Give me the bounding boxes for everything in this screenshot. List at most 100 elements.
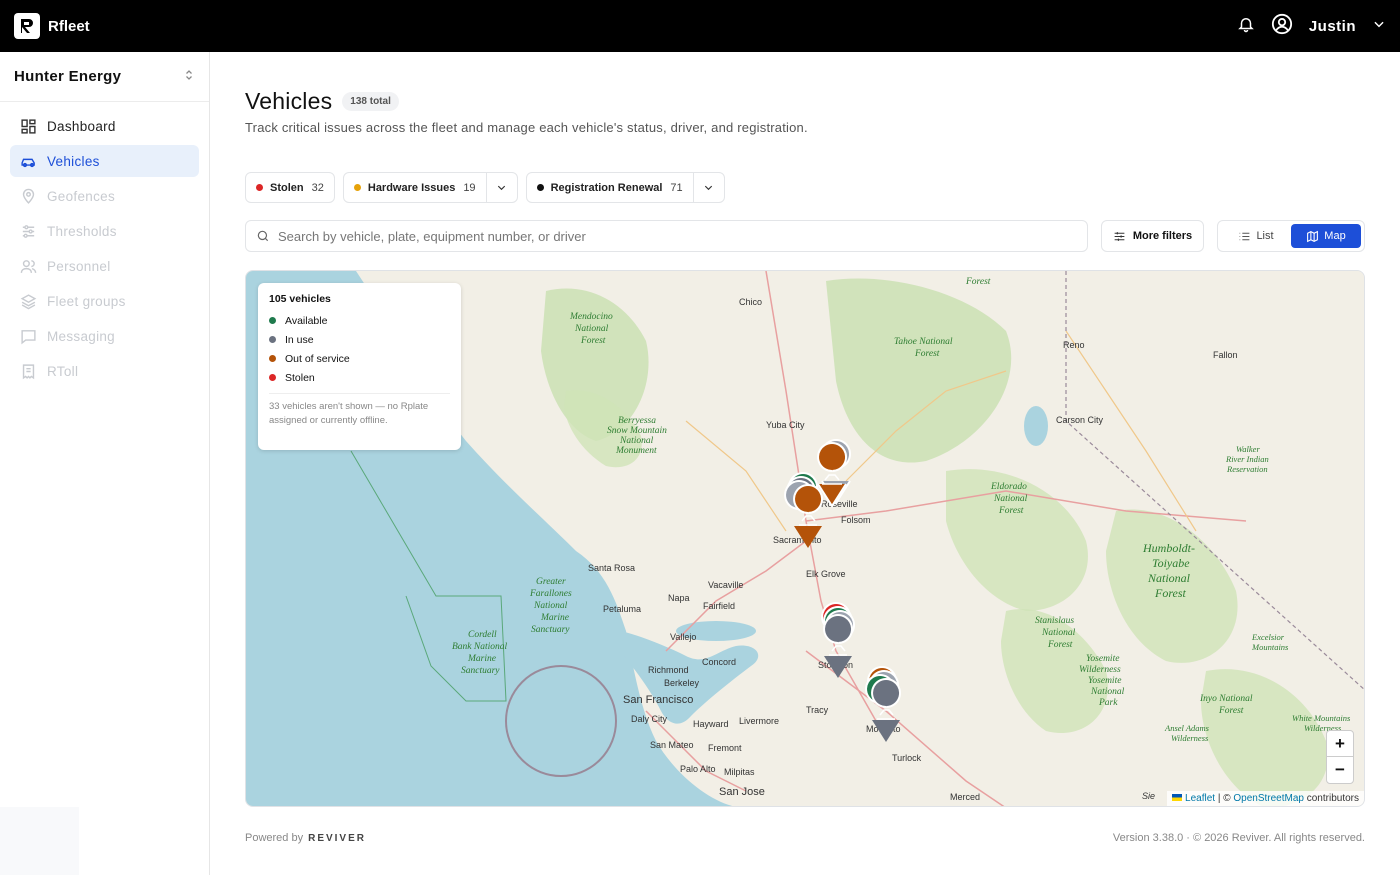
powered-by-label: Powered by [245, 832, 304, 844]
chip-count: 71 [670, 181, 683, 194]
svg-text:Wilderness: Wilderness [1079, 665, 1121, 675]
ukraine-flag-icon [1172, 794, 1183, 801]
user-avatar-icon[interactable] [1271, 13, 1293, 40]
chevron-down-icon[interactable] [692, 173, 724, 202]
svg-text:Inyo National: Inyo National [1199, 694, 1253, 704]
legend-label: Stolen [285, 371, 315, 384]
svg-text:Daly City: Daly City [631, 714, 668, 724]
attribution-separator: | © [1215, 793, 1234, 804]
svg-text:Folsom: Folsom [841, 515, 871, 525]
svg-text:Toiyabe: Toiyabe [1152, 556, 1190, 570]
legend-item-available: Available [269, 311, 450, 330]
list-icon [1240, 232, 1250, 240]
map-icon [1307, 230, 1319, 242]
svg-text:Turlock: Turlock [892, 753, 922, 763]
sidebar-item-rtoll[interactable]: RToll [10, 355, 199, 387]
version-text: Version 3.38.0 · © 2026 Reviver. All rig… [1112, 832, 1365, 844]
chip-label: Registration Renewal [550, 181, 663, 194]
in-use-dot-icon [269, 336, 276, 343]
legend-item-stolen: Stolen [269, 368, 450, 387]
search-input[interactable] [278, 228, 1058, 244]
main-content: Vehicles 138 total Track critical issues… [245, 52, 1365, 875]
bell-icon[interactable] [1237, 15, 1255, 38]
svg-text:Reservation: Reservation [1226, 464, 1268, 474]
svg-text:Berryessa: Berryessa [618, 416, 656, 426]
hardware-issues-chip[interactable]: Hardware Issues 19 [342, 172, 518, 203]
sidebar-item-vehicles[interactable]: Vehicles [10, 145, 199, 177]
search-field[interactable] [245, 220, 1088, 252]
sidebar-item-label: Vehicles [47, 153, 100, 169]
svg-text:Milpitas: Milpitas [724, 767, 755, 777]
svg-text:Mendocino: Mendocino [569, 312, 613, 322]
legend-note: 33 vehicles aren't shown — no Rplate ass… [269, 393, 450, 428]
svg-text:Merced: Merced [950, 792, 980, 802]
available-dot-icon [269, 317, 276, 324]
registration-renewal-chip[interactable]: Registration Renewal 71 [525, 172, 725, 203]
rfleet-logo-icon[interactable] [14, 13, 40, 39]
powered-by: Powered by REVIVER [245, 832, 366, 844]
svg-text:Sanctuary: Sanctuary [461, 666, 500, 676]
svg-text:Wilderness: Wilderness [1171, 733, 1209, 743]
more-filters-label: More filters [1132, 230, 1193, 242]
sidebar-item-label: Thresholds [47, 223, 117, 239]
osm-link[interactable]: OpenStreetMap [1233, 793, 1304, 804]
vehicle-map[interactable]: Chico Reno Fallon Yuba City Carson City … [245, 270, 1365, 807]
user-name[interactable]: Justin [1309, 18, 1356, 35]
pin-icon [22, 188, 35, 204]
chip-count: 19 [463, 181, 476, 194]
svg-text:Forest: Forest [998, 506, 1024, 516]
svg-text:National: National [533, 601, 568, 611]
sidebar-item-fleet-groups[interactable]: Fleet groups [10, 285, 199, 317]
org-switcher[interactable]: Hunter Energy [0, 52, 209, 102]
sidebar-item-geofences[interactable]: Geofences [10, 180, 199, 212]
sidebar-item-personnel[interactable]: Personnel [10, 250, 199, 282]
sidebar-item-label: Fleet groups [47, 293, 126, 309]
stolen-dot-icon [269, 374, 276, 381]
dashboard-icon [21, 118, 36, 134]
zoom-controls: + − [1326, 730, 1354, 784]
map-view-button[interactable]: Map [1291, 224, 1361, 248]
svg-text:Fremont: Fremont [708, 743, 742, 753]
page-footer: Powered by REVIVER Version 3.38.0 · © 202… [245, 832, 1365, 844]
sidebar-item-dashboard[interactable]: Dashboard [10, 110, 199, 142]
issue-filter-chips: Stolen 32 Hardware Issues 19 Registratio… [245, 172, 725, 203]
svg-text:Berkeley: Berkeley [664, 678, 700, 688]
svg-text:Hayward: Hayward [693, 719, 729, 729]
brand-name[interactable]: Rfleet [48, 18, 90, 35]
svg-text:Mountains: Mountains [1251, 642, 1289, 652]
leaflet-link[interactable]: Leaflet [1185, 793, 1215, 804]
svg-text:Sanctuary: Sanctuary [531, 625, 570, 635]
svg-text:Farallones: Farallones [529, 589, 572, 599]
layers-icon [20, 293, 37, 309]
list-label: List [1256, 230, 1274, 242]
legend-item-in-use: In use [269, 330, 450, 349]
more-filters-button[interactable]: More filters [1101, 220, 1204, 252]
svg-text:Sie: Sie [1142, 791, 1155, 801]
zoom-in-button[interactable]: + [1327, 731, 1353, 757]
svg-text:Marine: Marine [540, 613, 569, 623]
svg-text:Yosemite: Yosemite [1086, 654, 1119, 664]
sidebar-item-label: Dashboard [47, 118, 116, 134]
svg-text:National: National [1041, 628, 1076, 638]
svg-text:Excelsior: Excelsior [1251, 632, 1285, 642]
total-badge: 138 total [342, 92, 399, 111]
chevron-down-icon[interactable] [485, 173, 517, 202]
svg-text:Yosemite: Yosemite [1088, 676, 1121, 686]
legend-label: In use [285, 333, 314, 346]
users-icon [20, 259, 37, 273]
svg-text:Forest: Forest [965, 277, 991, 287]
list-view-button[interactable]: List [1221, 224, 1291, 248]
stolen-chip[interactable]: Stolen 32 [245, 172, 335, 203]
chevron-down-icon[interactable] [1372, 17, 1386, 36]
svg-text:Fairfield: Fairfield [703, 601, 735, 611]
svg-text:National: National [1090, 687, 1125, 697]
svg-text:National: National [993, 494, 1028, 504]
chevron-up-down-icon [183, 68, 195, 85]
zoom-out-button[interactable]: − [1327, 757, 1353, 783]
svg-text:River Indian: River Indian [1225, 454, 1269, 464]
legend-title: 105 vehicles [269, 293, 331, 305]
sidebar-item-thresholds[interactable]: Thresholds [10, 215, 199, 247]
sidebar-item-messaging[interactable]: Messaging [10, 320, 199, 352]
svg-text:Ansel Adams: Ansel Adams [1164, 723, 1210, 733]
svg-text:Forest: Forest [1154, 586, 1187, 600]
